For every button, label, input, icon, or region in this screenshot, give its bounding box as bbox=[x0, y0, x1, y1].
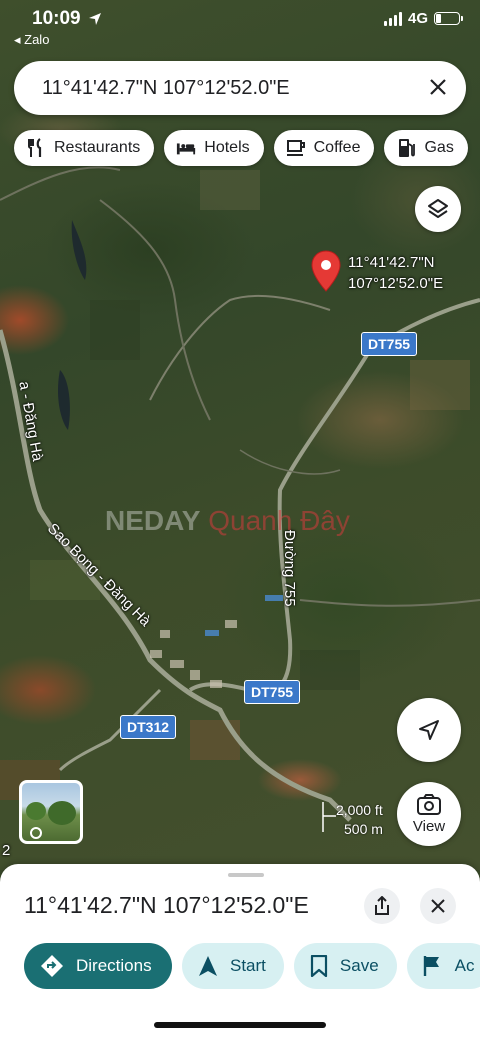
view-label: View bbox=[412, 817, 446, 835]
start-button[interactable]: Start bbox=[182, 943, 284, 989]
add-label-button[interactable]: Ac bbox=[406, 943, 480, 989]
bookmark-icon bbox=[310, 955, 328, 977]
close-sheet-button[interactable] bbox=[420, 888, 456, 924]
street-view-thumbnail[interactable] bbox=[19, 780, 83, 844]
navigation-arrow-icon bbox=[419, 720, 439, 740]
bed-icon bbox=[176, 138, 196, 158]
location-arrow-icon bbox=[89, 13, 101, 25]
clear-search-button[interactable] bbox=[428, 75, 448, 101]
back-to-app-link[interactable]: ◂ Zalo bbox=[14, 32, 49, 48]
action-buttons: Directions Start Save Ac bbox=[24, 943, 480, 989]
search-bar[interactable]: 11°41'42.7"N 107°12'52.0"E bbox=[14, 61, 466, 115]
chip-gas[interactable]: Gas bbox=[384, 130, 468, 166]
status-indicators: 4G bbox=[383, 10, 463, 27]
my-location-button[interactable] bbox=[397, 698, 461, 762]
save-button[interactable]: Save bbox=[293, 943, 397, 989]
close-icon bbox=[430, 79, 446, 95]
chip-hotels[interactable]: Hotels bbox=[164, 130, 264, 166]
home-indicator bbox=[154, 1022, 326, 1028]
network-label: 4G bbox=[407, 10, 428, 27]
battery-icon bbox=[434, 12, 463, 25]
start-label: Start bbox=[230, 956, 266, 975]
directions-icon bbox=[41, 955, 63, 977]
chip-label: Restaurants bbox=[54, 139, 141, 156]
share-button[interactable] bbox=[364, 888, 400, 924]
map-pin-icon bbox=[311, 250, 341, 292]
fork-knife-icon bbox=[26, 138, 46, 158]
coffee-cup-icon bbox=[286, 138, 306, 158]
chip-restaurants[interactable]: Restaurants bbox=[14, 130, 155, 166]
status-time: 10:09 bbox=[32, 8, 81, 29]
gas-pump-icon bbox=[396, 138, 416, 158]
watermark-prefix: NEDAY bbox=[105, 505, 201, 536]
camera-icon bbox=[417, 793, 441, 815]
place-label: 2 bbox=[2, 842, 11, 859]
chip-label: Gas bbox=[424, 139, 454, 156]
thumbnail-image bbox=[26, 801, 76, 839]
watermark-text: Quanh Đây bbox=[208, 505, 350, 536]
category-chips: Restaurants Hotels Coffee Gas bbox=[14, 130, 468, 166]
share-icon bbox=[375, 896, 389, 915]
scale-ft: 2,000 ft bbox=[336, 802, 383, 818]
watermark: NEDAY Quanh Đây bbox=[105, 505, 350, 537]
directions-button[interactable]: Directions bbox=[24, 943, 172, 989]
road-shield-dt755: DT755 bbox=[244, 680, 301, 704]
navigation-arrow-icon bbox=[199, 956, 217, 976]
search-input[interactable]: 11°41'42.7"N 107°12'52.0"E bbox=[42, 77, 428, 100]
drag-handle[interactable] bbox=[228, 873, 264, 877]
add-label: Ac bbox=[454, 956, 475, 975]
close-icon bbox=[431, 899, 445, 913]
location-pin[interactable] bbox=[311, 250, 341, 297]
chip-label: Hotels bbox=[204, 139, 250, 156]
pin-latitude: 11°41'42.7"N bbox=[348, 254, 435, 271]
sheet-title: 11°41'42.7"N 107°12'52.0"E bbox=[24, 892, 309, 918]
chip-label: Coffee bbox=[313, 139, 361, 156]
layers-button[interactable] bbox=[415, 186, 461, 232]
scale-m: 500 m bbox=[344, 821, 383, 837]
layers-icon bbox=[428, 199, 448, 218]
flag-icon bbox=[423, 956, 439, 976]
pin-longitude: 107°12'52.0"E bbox=[348, 275, 444, 292]
status-bar: 10:09 ◂ Zalo 4G bbox=[0, 0, 480, 52]
place-label: Đường 755 bbox=[281, 530, 298, 607]
save-label: Save bbox=[339, 956, 379, 975]
place-sheet[interactable]: 11°41'42.7"N 107°12'52.0"E Directions St… bbox=[0, 864, 480, 1038]
chip-coffee[interactable]: Coffee bbox=[273, 130, 375, 166]
street-view-button[interactable]: View bbox=[397, 782, 461, 846]
road-shield-dt312: DT312 bbox=[120, 715, 177, 739]
directions-label: Directions bbox=[76, 956, 152, 975]
signal-icon bbox=[383, 11, 402, 26]
pin-coordinates-label: 11°41'42.7"N 107°12'52.0"E bbox=[348, 252, 443, 294]
road-shield-dt755: DT755 bbox=[361, 332, 418, 356]
